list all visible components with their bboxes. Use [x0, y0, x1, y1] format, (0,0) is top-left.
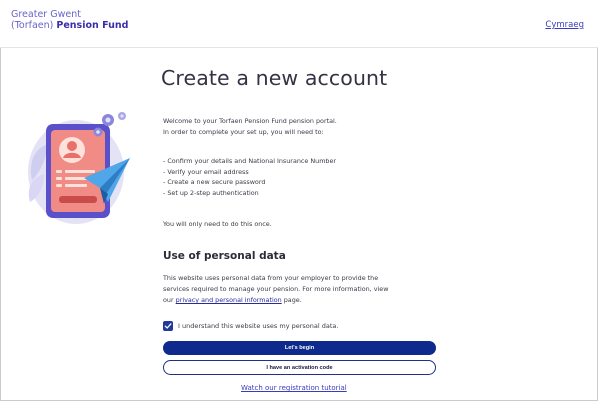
lets-begin-button[interactable]: Let's begin: [163, 341, 436, 355]
personal-data-text: This website uses personal data from you…: [163, 273, 388, 306]
language-toggle-link[interactable]: Cymraeg: [545, 20, 584, 30]
intro-line-1: Welcome to your Torfaen Pension Fund pen…: [163, 117, 337, 125]
setup-steps-list: - Confirm your details and National Insu…: [163, 156, 336, 198]
account-illustration: [26, 110, 136, 228]
once-note: You will only need to do this once.: [163, 220, 272, 228]
personal-data-line-3-prefix: our: [163, 296, 174, 304]
brand-logo[interactable]: Greater Gwent (Torfaen) Pension Fund: [11, 9, 128, 31]
site-header: Greater Gwent (Torfaen) Pension Fund Cym…: [0, 0, 598, 48]
page-title: Create a new account: [161, 66, 388, 90]
personal-data-line-3-suffix: page.: [283, 296, 302, 304]
registration-tutorial-link[interactable]: Watch our registration tutorial: [241, 384, 347, 392]
consent-checkbox[interactable]: [163, 320, 173, 331]
personal-data-line-3: our privacy and personal information pag…: [163, 295, 388, 306]
personal-data-line-2: services required to manage your pension…: [163, 285, 389, 293]
brand-line-2-bold: Pension Fund: [56, 20, 129, 31]
privacy-policy-link[interactable]: privacy and personal information: [176, 296, 282, 304]
setup-step: - Create a new secure password: [163, 178, 266, 186]
personal-data-heading: Use of personal data: [163, 250, 286, 262]
setup-step: - Confirm your details and National Insu…: [163, 157, 337, 165]
intro-line-2: In order to complete your set up, you wi…: [163, 127, 324, 136]
brand-line-1: Greater Gwent: [11, 9, 81, 20]
setup-step: - Set up 2-step authentication: [163, 188, 259, 197]
checkmark-icon: [164, 322, 172, 329]
intro-text: Welcome to your Torfaen Pension Fund pen…: [163, 116, 337, 137]
consent-checkbox-label: I understand this website uses my person…: [178, 321, 339, 330]
setup-step: - Verify your email address: [163, 167, 249, 176]
brand-line-2-prefix: (Torfaen): [11, 20, 54, 31]
activation-code-button[interactable]: I have an activation code: [163, 360, 436, 375]
personal-data-line-1: This website uses personal data from you…: [163, 274, 379, 282]
consent-checkbox-row: I understand this website uses my person…: [163, 320, 338, 331]
brand-line-2: (Torfaen) Pension Fund: [11, 20, 128, 31]
phone-profile-illustration-icon: [28, 112, 130, 224]
